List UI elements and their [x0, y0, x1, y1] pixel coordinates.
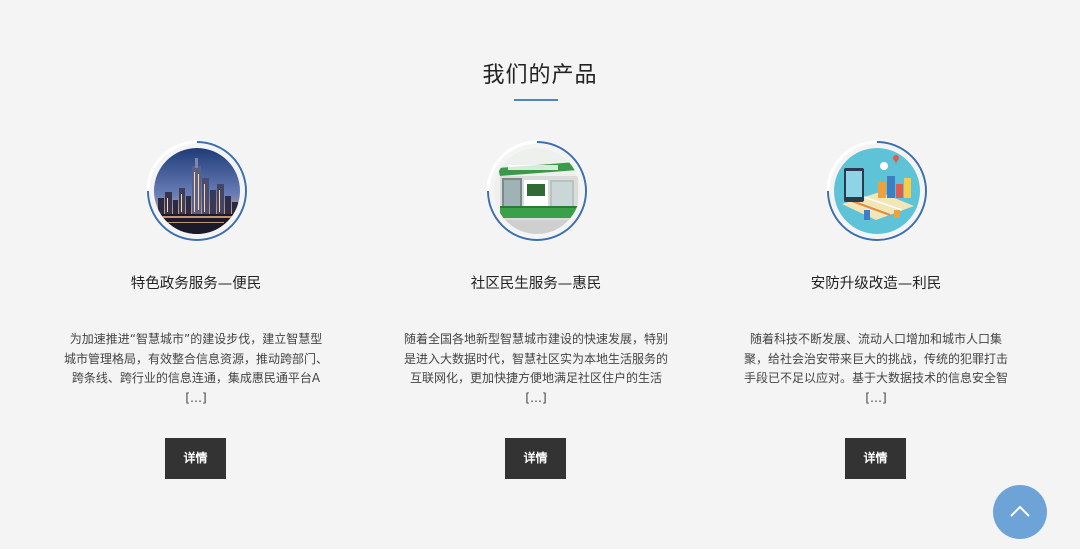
- back-to-top-button[interactable]: [993, 485, 1047, 539]
- chevron-up-icon: [1010, 505, 1030, 517]
- smart-city-map-image: [834, 148, 920, 234]
- product-image-frame[interactable]: [146, 140, 248, 242]
- product-description: 随着科技不断发展、流动人口增加和城市人口集聚，给社会治安带来巨大的挑战，传统的犯…: [744, 332, 1009, 405]
- product-title[interactable]: 特色政务服务—便民: [46, 273, 346, 295]
- product-card-security: 安防升级改造—利民 随着科技不断发展、流动人口增加和城市人口集聚，给社会治安带来…: [726, 140, 1026, 500]
- products-page: 我们的产品 特色政务服务—便民 为加速推进“智慧城市”的建设步伐，建立智慧型城市…: [0, 0, 1080, 549]
- community-kiosk-image: [494, 148, 580, 234]
- product-card-community: 社区民生服务—惠民 随着全国各地新型智慧城市建设的快速发展，特别是进入大数据时代…: [386, 140, 686, 500]
- product-image-frame[interactable]: [826, 140, 928, 242]
- product-image-frame[interactable]: [486, 140, 588, 242]
- title-underline: [514, 99, 558, 101]
- product-title[interactable]: 安防升级改造—利民: [726, 273, 1026, 295]
- product-description: 为加速推进“智慧城市”的建设步伐，建立智慧型城市管理格局，有效整合信息资源，推动…: [64, 332, 329, 405]
- product-title[interactable]: 社区民生服务—惠民: [386, 273, 686, 295]
- details-button[interactable]: 详情: [505, 438, 566, 479]
- product-description: 随着全国各地新型智慧城市建设的快速发展，特别是进入大数据时代，智慧社区实为本地生…: [404, 332, 669, 405]
- details-button[interactable]: 详情: [165, 438, 226, 479]
- section-title: 我们的产品: [482, 63, 598, 88]
- city-night-skyline-image: [154, 148, 240, 234]
- details-button[interactable]: 详情: [845, 438, 906, 479]
- product-card-government: 特色政务服务—便民 为加速推进“智慧城市”的建设步伐，建立智慧型城市管理格局，有…: [46, 140, 346, 500]
